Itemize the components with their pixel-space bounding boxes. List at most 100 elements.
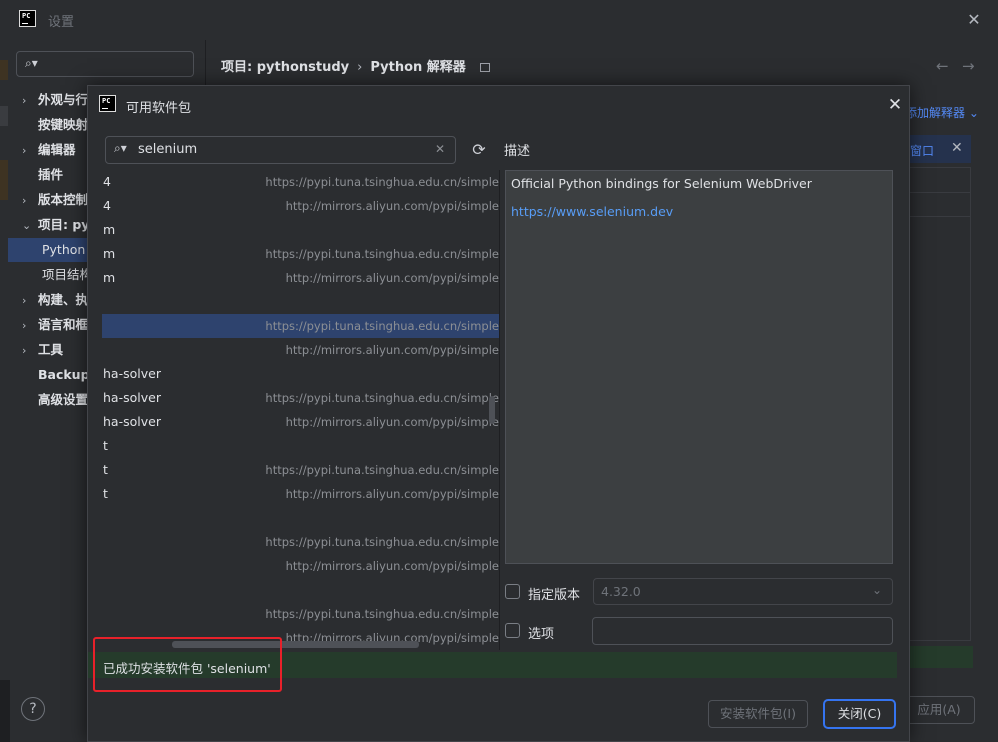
package-repository: https://pypi.tuna.tsinghua.edu.cn/simple (265, 391, 499, 405)
package-search-value[interactable]: selenium (138, 142, 197, 157)
package-row[interactable]: t (102, 434, 499, 458)
description-link[interactable]: https://www.selenium.dev (511, 204, 673, 219)
package-repository: https://pypi.tuna.tsinghua.edu.cn/simple (265, 247, 499, 261)
settings-close-icon[interactable]: ✕ (964, 10, 984, 30)
package-repository: http://mirrors.aliyun.com/pypi/simple (285, 487, 499, 501)
package-row[interactable] (102, 506, 499, 530)
installed-packages-table (905, 167, 971, 641)
dialog-close-icon[interactable]: ✕ (884, 94, 906, 116)
description-label: 描述 (504, 144, 531, 159)
sidebar-item-label: 高级设置 (38, 392, 89, 407)
back-arrow-icon[interactable]: ← (936, 57, 949, 75)
package-row[interactable]: http://mirrors.aliyun.com/pypi/simple (102, 554, 499, 578)
package-row[interactable]: m http://mirrors.aliyun.com/pypi/simple (102, 266, 499, 290)
options-input[interactable] (592, 617, 893, 645)
table-divider (906, 192, 970, 193)
sidebar-item-label: 编辑器 (38, 142, 76, 157)
package-row[interactable]: m https://pypi.tuna.tsinghua.edu.cn/simpl… (102, 242, 499, 266)
search-icon: ⌕▾ (25, 56, 38, 70)
package-name: m (103, 270, 116, 285)
package-list-vertical-scrollbar[interactable] (489, 396, 495, 424)
package-row[interactable]: https://pypi.tuna.tsinghua.edu.cn/simple (102, 314, 499, 338)
package-row[interactable]: ha-solver http://mirrors.aliyun.com/pypi/… (102, 410, 499, 434)
help-icon[interactable]: ? (21, 697, 45, 721)
install-package-button[interactable]: 安装软件包(I) (708, 700, 808, 728)
package-repository: https://pypi.tuna.tsinghua.edu.cn/simple (265, 319, 499, 333)
pycharm-logo-icon: PC (99, 95, 116, 112)
package-name: 4 (103, 174, 111, 189)
chevron-right-icon[interactable]: › (22, 189, 38, 212)
table-divider (906, 216, 970, 217)
forward-arrow-icon[interactable]: → (962, 57, 975, 75)
package-row[interactable]: t https://pypi.tuna.tsinghua.edu.cn/simpl… (102, 458, 499, 482)
refresh-icon[interactable]: ⟳ (469, 140, 489, 160)
version-select-value: 4.32.0 (601, 584, 641, 599)
chevron-right-icon[interactable]: › (22, 89, 38, 112)
specify-version-checkbox[interactable] (505, 584, 520, 599)
breadcrumb-page: Python 解释器 (370, 60, 466, 75)
package-list: 4 https://pypi.tuna.tsinghua.edu.cn/simpl… (102, 170, 500, 650)
clear-search-icon[interactable]: ✕ (435, 142, 445, 156)
breadcrumb: 项目: pythonstudy › Python 解释器 (221, 56, 490, 75)
add-interpreter-link[interactable]: 添加解释器 ⌄ (905, 104, 979, 121)
window-pin-icon[interactable] (479, 63, 490, 72)
apply-button[interactable]: 应用(A) (903, 696, 975, 724)
settings-title: 设置 (48, 15, 75, 30)
chevron-right-icon[interactable]: › (22, 314, 38, 337)
options-label[interactable]: 选项 (528, 623, 554, 642)
breadcrumb-separator: › (357, 60, 363, 75)
chevron-down-icon: ⌄ (872, 583, 883, 597)
banner-link[interactable]: 窗口 (910, 142, 934, 159)
description-text: Official Python bindings for Selenium We… (511, 176, 812, 191)
highlight-box (93, 637, 282, 692)
package-repository: http://mirrors.aliyun.com/pypi/simple (285, 199, 499, 213)
package-repository: http://mirrors.aliyun.com/pypi/simple (285, 559, 499, 573)
search-icon: ⌕▾ (114, 141, 127, 155)
package-row[interactable]: https://pypi.tuna.tsinghua.edu.cn/simple (102, 530, 499, 554)
package-row[interactable]: t http://mirrors.aliyun.com/pypi/simple (102, 482, 499, 506)
package-row[interactable]: 4 http://mirrors.aliyun.com/pypi/simple (102, 194, 499, 218)
specify-version-label[interactable]: 指定版本 (528, 584, 580, 603)
package-row[interactable]: http://mirrors.aliyun.com/pypi/simple (102, 338, 499, 362)
package-name: ha-solver (103, 414, 161, 429)
background-window-strip (0, 680, 10, 742)
package-name: ha-solver (103, 366, 161, 381)
sidebar-item-label: 工具 (38, 342, 64, 357)
settings-titlebar: PC (0, 0, 998, 40)
package-name: t (103, 462, 108, 477)
package-repository: http://mirrors.aliyun.com/pypi/simple (285, 343, 499, 357)
package-repository: https://pypi.tuna.tsinghua.edu.cn/simple (265, 535, 499, 549)
package-repository: https://pypi.tuna.tsinghua.edu.cn/simple (265, 463, 499, 477)
background-window-strip (0, 106, 8, 126)
breadcrumb-project: 项目: pythonstudy (221, 60, 350, 75)
package-row[interactable] (102, 290, 499, 314)
package-name: m (103, 246, 116, 261)
package-repository: http://mirrors.aliyun.com/pypi/simple (285, 415, 499, 429)
chevron-right-icon[interactable]: › (22, 339, 38, 362)
description-panel (505, 170, 893, 564)
package-row[interactable]: 4 https://pypi.tuna.tsinghua.edu.cn/simpl… (102, 170, 499, 194)
package-name: t (103, 486, 108, 501)
options-checkbox[interactable] (505, 623, 520, 638)
sidebar-item-label: 版本控制 (38, 192, 89, 207)
chevron-right-icon[interactable]: › (22, 139, 38, 162)
dialog-title: 可用软件包 (126, 101, 192, 116)
settings-search-input[interactable]: ⌕▾ (16, 51, 194, 77)
chevron-down-icon[interactable]: ⌄ (22, 214, 38, 237)
package-row[interactable] (102, 578, 499, 602)
package-row[interactable]: ha-solver https://pypi.tuna.tsinghua.edu.… (102, 386, 499, 410)
package-repository: https://pypi.tuna.tsinghua.edu.cn/simple (265, 607, 499, 621)
sidebar-item-label: 按键映射 (38, 117, 89, 132)
banner-close-icon[interactable]: ✕ (951, 140, 963, 156)
chevron-right-icon[interactable]: › (22, 289, 38, 312)
close-button[interactable]: 关闭(C) (823, 699, 896, 729)
package-row[interactable]: ha-solver (102, 362, 499, 386)
background-window-strip (0, 160, 8, 200)
package-row[interactable]: https://pypi.tuna.tsinghua.edu.cn/simple (102, 602, 499, 626)
package-name: 4 (103, 198, 111, 213)
package-name: ha-solver (103, 390, 161, 405)
pycharm-logo-icon: PC (19, 10, 36, 27)
package-name: m (103, 222, 116, 237)
package-repository: https://pypi.tuna.tsinghua.edu.cn/simple (265, 175, 499, 189)
package-row[interactable]: m (102, 218, 499, 242)
